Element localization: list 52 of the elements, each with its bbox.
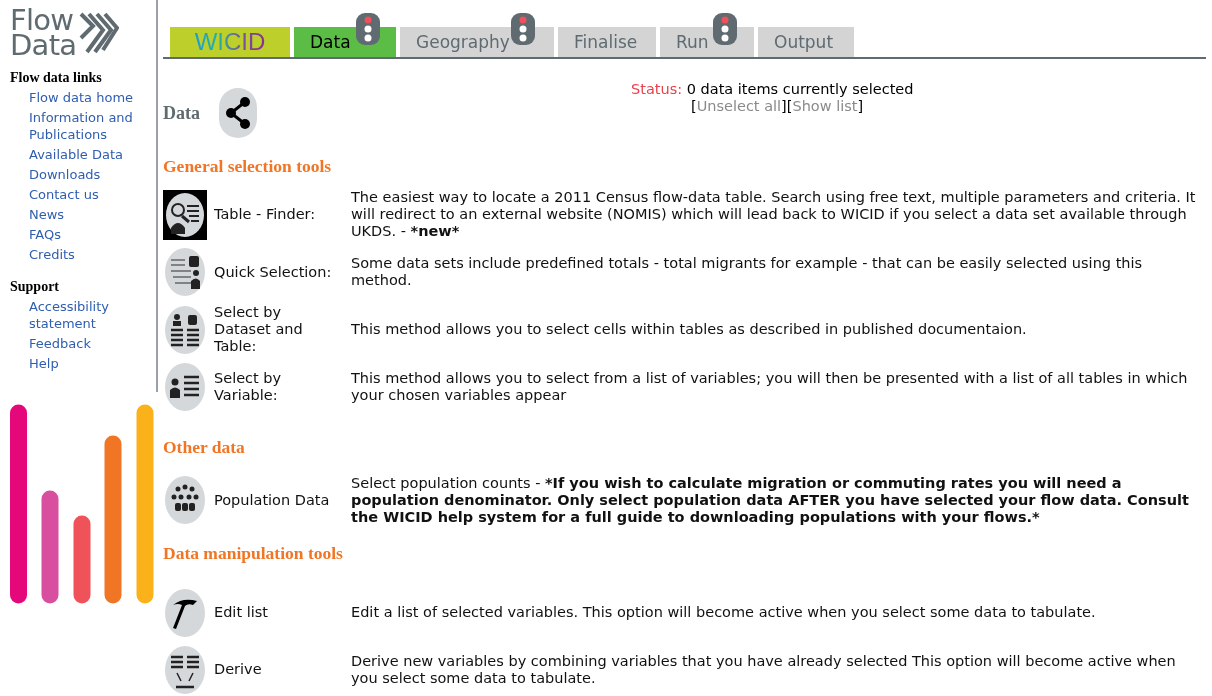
sidebar-link[interactable]: Downloads [10, 166, 156, 183]
sidebar-link[interactable]: Accessibility statement [10, 298, 156, 332]
status-link[interactable]: Show list [792, 98, 858, 115]
bracket-text: [ [691, 98, 697, 115]
tool-link[interactable]: Select by Variable: [207, 370, 351, 405]
tool-link[interactable]: Quick Selection: [207, 263, 351, 281]
sidebar-heading: Flow data links [10, 70, 103, 86]
table-columns-icon[interactable] [163, 304, 207, 355]
sidebar-link[interactable]: Available Data [10, 146, 156, 163]
section-heading: Data manipulation tools [163, 541, 344, 565]
tool-description: Derive new variables by combining variables that you have already selected This option will become active when you select some data to tabulate. [351, 652, 1177, 687]
logo-text: Flow Data [10, 8, 77, 58]
tool-description: This method allows you to select from a list of variables; you will then be presented with a list of all tables in which your chosen variables appear [351, 370, 1189, 405]
tool-description: Edit a list of selected variables. This option will become active when you select some data to tabulate. [351, 604, 1097, 622]
tool-description: The easiest way to locate a 2011 Census flow-data table. Search using free text, multiple parameters and criteria. It will redirect to an external website (NOMIS) which will lead back to WICID if you select a data set available through UKDS. - *new* [351, 189, 1197, 241]
tool-link[interactable]: Edit list [207, 604, 351, 622]
share-icon [218, 87, 258, 139]
sidebar-link[interactable]: Credits [10, 246, 156, 263]
sidebar-link[interactable]: Contact us [10, 186, 156, 203]
tool-link[interactable]: Select by Dataset and Table: [207, 304, 351, 356]
tab[interactable]: Run [660, 13, 754, 57]
bracket-text: ] [857, 98, 864, 115]
bracket-text: [ [786, 98, 793, 115]
status-link[interactable]: Unselect all [696, 98, 782, 115]
tool-description: Select population counts - *If you wish to calculate migration or commuting rates you will need a population denominator. Only select population data AFTER you have selected your flow data. Consult the WICID help system for a full guide to downloading populations with your flows.* [351, 474, 1190, 526]
chevrons-icon [77, 10, 120, 56]
status-label: Status: [631, 81, 683, 97]
sidebar-link[interactable]: News [10, 206, 156, 223]
sidebar-link[interactable]: Information and Publications [10, 109, 156, 143]
bracket-text: ] [781, 98, 787, 115]
sidebar-link[interactable]: Help [10, 355, 156, 372]
tool-description: This method allows you to select cells within tables as described in published documentaion. [351, 321, 1028, 339]
status-text: 0 data items currently selected [686, 81, 914, 97]
people-group-icon[interactable] [163, 475, 207, 525]
magnifier-list-icon[interactable] [163, 189, 207, 240]
sidebar-link[interactable]: FAQs [10, 226, 156, 243]
sidebar-heading: Support [10, 279, 61, 295]
merge-list-icon[interactable] [163, 644, 207, 695]
page-title: Data [163, 101, 200, 125]
tool-link[interactable]: Population Data [207, 491, 351, 509]
tab[interactable]: Geography [400, 13, 554, 57]
person-list-icon[interactable] [163, 362, 207, 413]
sidebar-link[interactable]: Flow data home [10, 89, 156, 106]
tool-link[interactable]: Table - Finder: [207, 206, 351, 224]
sidebar-link[interactable]: Feedback [10, 335, 156, 352]
tab[interactable]: Data [294, 13, 396, 57]
tool-description: Some data sets include predefined totals - total migrants for example - that can be easily selected using this method. [351, 255, 1144, 290]
hammer-icon[interactable] [163, 587, 207, 638]
section-heading: General selection tools [163, 155, 333, 178]
section-heading: Other data [163, 436, 246, 460]
tool-link[interactable]: Derive [207, 661, 351, 679]
list-person-icon[interactable] [163, 247, 207, 298]
